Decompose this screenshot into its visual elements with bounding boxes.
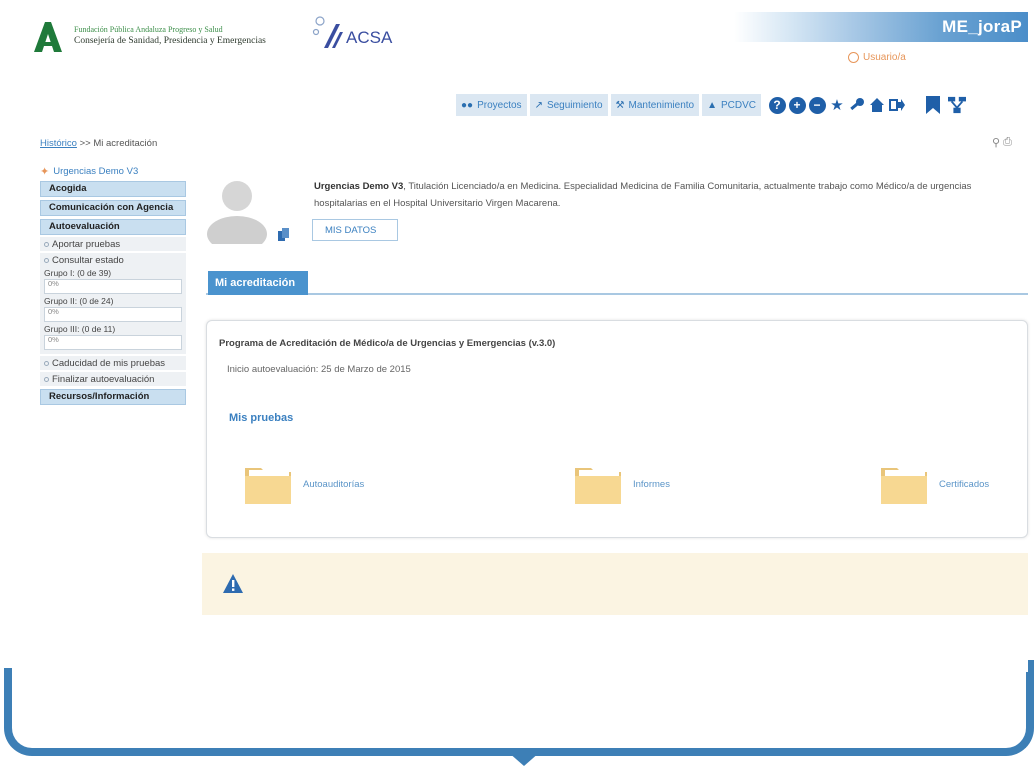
page-tools: ⚲ ⎙ [992, 136, 1012, 149]
group-2-progress: 0% [44, 307, 182, 322]
sidebar-item-recursos[interactable]: Recursos/Información [40, 389, 186, 405]
profile-name: Urgencias Demo V3 [314, 181, 404, 192]
bookmark-icon[interactable] [924, 96, 942, 114]
junta-logo [34, 22, 62, 52]
mis-datos-button[interactable]: MIS DATOS [312, 219, 398, 241]
sitemap-icon[interactable] [948, 96, 967, 114]
alert-banner [202, 553, 1028, 615]
bullet-icon [44, 241, 49, 247]
sidebar-subitem-label: Aportar pruebas [52, 238, 121, 250]
home-icon[interactable] [868, 96, 886, 114]
sidebar-subitem-label: Finalizar autoevaluación [52, 373, 155, 385]
org-name-line1: Fundación Pública Andaluza Progreso y Sa… [74, 25, 223, 34]
folder-label: Informes [633, 478, 670, 490]
user-label: Usuario/a [863, 52, 906, 63]
user-menu[interactable]: Usuario/a [848, 52, 906, 63]
avatar [207, 181, 267, 244]
bullet-icon [44, 360, 49, 366]
folder-label: Certificados [939, 478, 990, 490]
graduation-cap-icon: ▲ [707, 99, 718, 111]
folder-icon [881, 468, 927, 504]
sidebar: ✦ Urgencias Demo V3 Acogida Comunicación… [40, 164, 186, 405]
org-name-line2: Consejería de Sanidad, Presidencia y Eme… [74, 36, 266, 46]
app-title: ME_joraP [942, 17, 1022, 36]
toolbar-proyectos-label: Proyectos [477, 99, 522, 111]
toolbar-pcdvc-button[interactable]: ▲ PCDVC [702, 94, 762, 116]
warning-icon [223, 574, 243, 593]
chart-icon: ↗ [534, 99, 543, 111]
start-date: Inicio autoevaluación: 25 de Marzo de 20… [227, 364, 411, 375]
zoom-icon[interactable]: ⚲ [992, 136, 1000, 149]
group-1-progress: 0% [44, 279, 182, 294]
print-icon[interactable]: ⎙ [1003, 136, 1012, 149]
sidebar-subitem-finalizar[interactable]: Finalizar autoevaluación [40, 372, 186, 386]
toolbar-right-icons [924, 96, 967, 114]
tab-mi-acreditacion[interactable]: Mi acreditación [208, 271, 308, 295]
group-2-label: Grupo II: (0 de 24) [44, 296, 114, 306]
toolbar-pcdvc-label: PCDVC [721, 99, 757, 111]
group-3-label: Grupo III: (0 de 11) [44, 324, 116, 334]
folder-informes[interactable]: Informes [573, 462, 670, 506]
star-icon[interactable]: ★ [828, 96, 846, 114]
profile-details: , Titulación Licenciado/a en Medicina. E… [314, 181, 972, 209]
device-frame [4, 680, 1034, 756]
toolbar-mantenimiento-button[interactable]: ⚒ Mantenimiento [610, 94, 700, 116]
sidebar-subitem-label: Caducidad de mis pruebas [52, 357, 166, 369]
folder-autoauditorias[interactable]: Autoauditorías [243, 462, 364, 506]
user-icon [848, 52, 859, 63]
folder-icon [575, 468, 621, 504]
breadcrumb: Histórico >> Mi acreditación [40, 138, 157, 149]
mis-pruebas-heading: Mis pruebas [229, 412, 294, 424]
sidebar-subitem-caducidad[interactable]: Caducidad de mis pruebas [40, 356, 186, 370]
sidebar-status-panel: Consultar estado Grupo I: (0 de 39) 0% G… [40, 253, 186, 354]
folder-label: Autoauditorías [303, 478, 365, 490]
page: Fundación Pública Andaluza Progreso y Sa… [16, 12, 1028, 672]
toolbar-seguimiento-label: Seguimiento [546, 99, 603, 111]
plus-icon[interactable]: + [788, 96, 806, 114]
main-toolbar: ●● Proyectos ↗ Seguimiento ⚒ Mantenimien… [456, 94, 967, 116]
acsa-label: ACSA [346, 28, 393, 47]
breadcrumb-current: Mi acreditación [93, 138, 158, 149]
help-icon[interactable]: ? [768, 96, 786, 114]
breadcrumb-separator: >> [79, 138, 91, 149]
profile-description: Urgencias Demo V3, Titulación Licenciado… [314, 178, 1026, 212]
program-title: Programa de Acreditación de Médico/a de … [219, 338, 556, 349]
sidebar-item-comunicacion[interactable]: Comunicación con Agencia [40, 200, 186, 216]
logout-icon[interactable] [888, 96, 906, 114]
group-1-label: Grupo I: (0 de 39) [44, 268, 112, 278]
users-icon: ●● [461, 99, 474, 111]
bullet-icon [44, 376, 49, 382]
minus-icon[interactable]: − [808, 96, 826, 114]
sidebar-project-label: Urgencias Demo V3 [53, 165, 139, 177]
accreditation-card: Programa de Acreditación de Médico/a de … [206, 320, 1028, 538]
group-3-progress: 0% [44, 335, 182, 350]
toolbar-icon-group: ? + − ★ [768, 96, 906, 114]
toolbar-seguimiento-button[interactable]: ↗ Seguimiento [529, 94, 608, 116]
wrench-icon: ⚒ [615, 99, 625, 111]
sidebar-subitem-label: Consultar estado [52, 255, 124, 266]
folder-certificados[interactable]: Certificados [879, 462, 989, 506]
sidebar-item-autoevaluacion[interactable]: Autoevaluación [40, 219, 186, 235]
folder-icon [245, 468, 291, 504]
sidebar-subitem-consultar[interactable]: Consultar estado [44, 255, 182, 266]
app-banner: ME_joraP [734, 12, 1028, 42]
breadcrumb-historico-link[interactable]: Histórico [40, 138, 77, 149]
frame-pointer [508, 752, 540, 766]
sidebar-project-title[interactable]: ✦ Urgencias Demo V3 [40, 164, 186, 178]
toolbar-mantenimiento-label: Mantenimiento [628, 99, 695, 111]
toolbar-proyectos-button[interactable]: ●● Proyectos [456, 94, 527, 116]
bullet-icon [44, 258, 49, 263]
sidebar-subitem-aportar[interactable]: Aportar pruebas [40, 237, 186, 251]
key-icon[interactable] [848, 96, 866, 114]
sidebar-item-acogida[interactable]: Acogida [40, 181, 186, 197]
copy-icon[interactable] [278, 228, 290, 242]
project-icon: ✦ [40, 165, 50, 178]
tab-underline [206, 293, 1028, 295]
